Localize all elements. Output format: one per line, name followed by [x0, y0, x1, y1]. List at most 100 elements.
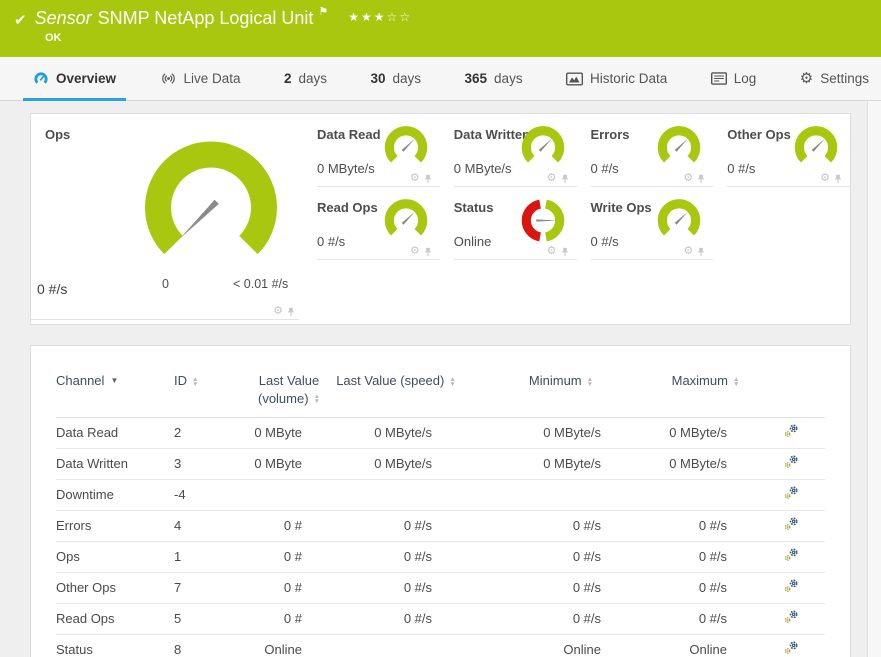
- channel-settings-icon[interactable]: ⚙: [273, 306, 283, 317]
- gauge-label: Status: [454, 200, 494, 215]
- tab-settings[interactable]: ⚙ Settings: [790, 57, 879, 100]
- edit-channel-icon[interactable]: [784, 424, 799, 441]
- cell-last-value-volume: 0 #: [242, 511, 336, 542]
- gauge-current-value: 0 MByte/s: [454, 161, 512, 176]
- cell-id: 5: [174, 604, 242, 635]
- status-gauge: [518, 197, 568, 244]
- sort-icon: ▲▼: [449, 377, 455, 387]
- cell-maximum: 0 MByte/s: [666, 449, 745, 480]
- small-gauges-grid: Data Read 0 MByte/s ⚙: [303, 114, 850, 324]
- sensor-overview-content: Ops 0 < 0.01 #/s 0 #/s ⚙ Dat: [0, 101, 881, 657]
- pin-icon[interactable]: [424, 247, 432, 257]
- sort-icon: ▲▼: [314, 394, 320, 404]
- tab-log[interactable]: Log: [701, 57, 767, 100]
- table-row: Errors 4 0 # 0 #/s 0 #/s 0 #/s: [56, 511, 825, 542]
- pin-icon[interactable]: [287, 307, 295, 317]
- gauge-label: Data Read: [317, 127, 381, 142]
- cell-last-value-speed: 0 #/s: [336, 511, 456, 542]
- cell-id: 2: [174, 418, 242, 449]
- table-row: Read Ops 5 0 # 0 #/s 0 #/s 0 #/s: [56, 604, 825, 635]
- historic-chart-icon: [566, 72, 583, 86]
- gauges-panel: Ops 0 < 0.01 #/s 0 #/s ⚙ Dat: [30, 113, 851, 325]
- gauge-tile-errors: Errors 0 #/s ⚙: [577, 114, 714, 187]
- gauge-current-value: 0 #/s: [317, 234, 345, 249]
- channels-table: Channel▼ ID▲▼ Last Value (volume)▲▼ Last…: [56, 358, 825, 657]
- tab-30-days[interactable]: 30 days: [361, 57, 432, 100]
- channel-settings-icon[interactable]: ⚙: [410, 173, 420, 184]
- table-row: Downtime -4: [56, 480, 825, 511]
- priority-stars[interactable]: ★★★☆☆: [348, 10, 412, 24]
- ops-gauge: [126, 130, 296, 280]
- tab-365-days[interactable]: 365 days: [455, 57, 533, 100]
- channel-settings-icon[interactable]: ⚙: [683, 173, 693, 184]
- tab-historic-data[interactable]: Historic Data: [556, 57, 677, 100]
- cell-id: 1: [174, 542, 242, 573]
- column-header-minimum[interactable]: Minimum▲▼: [456, 358, 666, 418]
- cell-maximum: 0 #/s: [666, 604, 745, 635]
- column-header-edit: [745, 358, 825, 418]
- gauge-label: Errors: [591, 127, 630, 142]
- gauge-tile-write-ops: Write Ops 0 #/s ⚙: [577, 187, 714, 260]
- cell-channel: Ops: [56, 542, 174, 573]
- cell-channel: Read Ops: [56, 604, 174, 635]
- channel-settings-icon[interactable]: ⚙: [547, 246, 557, 257]
- table-row: Other Ops 7 0 # 0 #/s 0 #/s 0 #/s: [56, 573, 825, 604]
- gauge-scale-max: < 0.01 #/s: [233, 277, 288, 291]
- cell-last-value-speed: [336, 635, 456, 657]
- channel-settings-icon[interactable]: ⚙: [410, 246, 420, 257]
- sort-desc-icon: ▼: [110, 376, 118, 385]
- pin-icon[interactable]: [697, 174, 705, 184]
- edit-channel-icon[interactable]: [784, 641, 799, 657]
- edit-channel-icon[interactable]: [784, 610, 799, 627]
- gauge-current-value: 0 MByte/s: [317, 161, 375, 176]
- column-header-maximum[interactable]: Maximum▲▼: [666, 358, 745, 418]
- edit-channel-icon[interactable]: [784, 548, 799, 565]
- tab-live-data[interactable]: Live Data: [150, 57, 251, 100]
- gauge-tile-status: Status Online ⚙: [440, 187, 577, 260]
- channels-panel: Channel▼ ID▲▼ Last Value (volume)▲▼ Last…: [30, 345, 851, 657]
- log-icon: [711, 72, 727, 85]
- pin-icon[interactable]: [834, 174, 842, 184]
- column-header-last-value-speed[interactable]: Last Value (speed)▲▼: [336, 358, 456, 418]
- cell-minimum: 0 #/s: [456, 573, 666, 604]
- gauge-tile-ops: Ops 0 < 0.01 #/s 0 #/s ⚙: [31, 114, 303, 324]
- gauge-tile-data-written: Data Written 0 MByte/s ⚙: [440, 114, 577, 187]
- tab-2-days[interactable]: 2 days: [274, 57, 337, 100]
- column-header-id[interactable]: ID▲▼: [174, 358, 242, 418]
- pin-icon[interactable]: [561, 247, 569, 257]
- cell-last-value-volume: 0 #: [242, 542, 336, 573]
- column-header-last-value-volume[interactable]: Last Value (volume)▲▼: [242, 358, 336, 418]
- column-header-channel[interactable]: Channel▼: [56, 358, 174, 418]
- cell-last-value-speed: [336, 480, 456, 511]
- settings-gear-icon: ⚙: [800, 71, 813, 86]
- cell-last-value-speed: 0 MByte/s: [336, 418, 456, 449]
- live-data-icon: [160, 71, 177, 86]
- edit-channel-icon[interactable]: [784, 579, 799, 596]
- gauge-current-value: 0 #/s: [591, 234, 619, 249]
- cell-last-value-volume: 0 #: [242, 604, 336, 635]
- cell-last-value-volume: Online: [242, 635, 336, 657]
- edit-channel-icon[interactable]: [784, 486, 799, 503]
- sensor-title: SNMP NetApp Logical Unit: [98, 8, 314, 29]
- cell-minimum: 0 #/s: [456, 511, 666, 542]
- gauge-icon: [33, 71, 49, 86]
- cell-minimum: 0 MByte/s: [456, 418, 666, 449]
- channel-settings-icon[interactable]: ⚙: [820, 173, 830, 184]
- edit-channel-icon[interactable]: [784, 455, 799, 472]
- gauge-tile-data-read: Data Read 0 MByte/s ⚙: [303, 114, 440, 187]
- pin-icon[interactable]: [697, 247, 705, 257]
- edit-channel-icon[interactable]: [784, 517, 799, 534]
- tab-overview[interactable]: Overview: [23, 57, 126, 100]
- channel-settings-icon[interactable]: ⚙: [547, 173, 557, 184]
- table-row: Data Read 2 0 MByte 0 MByte/s 0 MByte/s …: [56, 418, 825, 449]
- cell-minimum: [456, 480, 666, 511]
- sort-icon: ▲▼: [733, 377, 739, 387]
- vertical-scrollbar[interactable]: [867, 101, 881, 657]
- sort-icon: ▲▼: [587, 377, 593, 387]
- channel-settings-icon[interactable]: ⚙: [683, 246, 693, 257]
- cell-minimum: 0 #/s: [456, 542, 666, 573]
- pin-icon[interactable]: [561, 174, 569, 184]
- pin-icon[interactable]: [424, 174, 432, 184]
- gauge-tile-read-ops: Read Ops 0 #/s ⚙: [303, 187, 440, 260]
- flag-icon[interactable]: ⚑: [318, 5, 328, 18]
